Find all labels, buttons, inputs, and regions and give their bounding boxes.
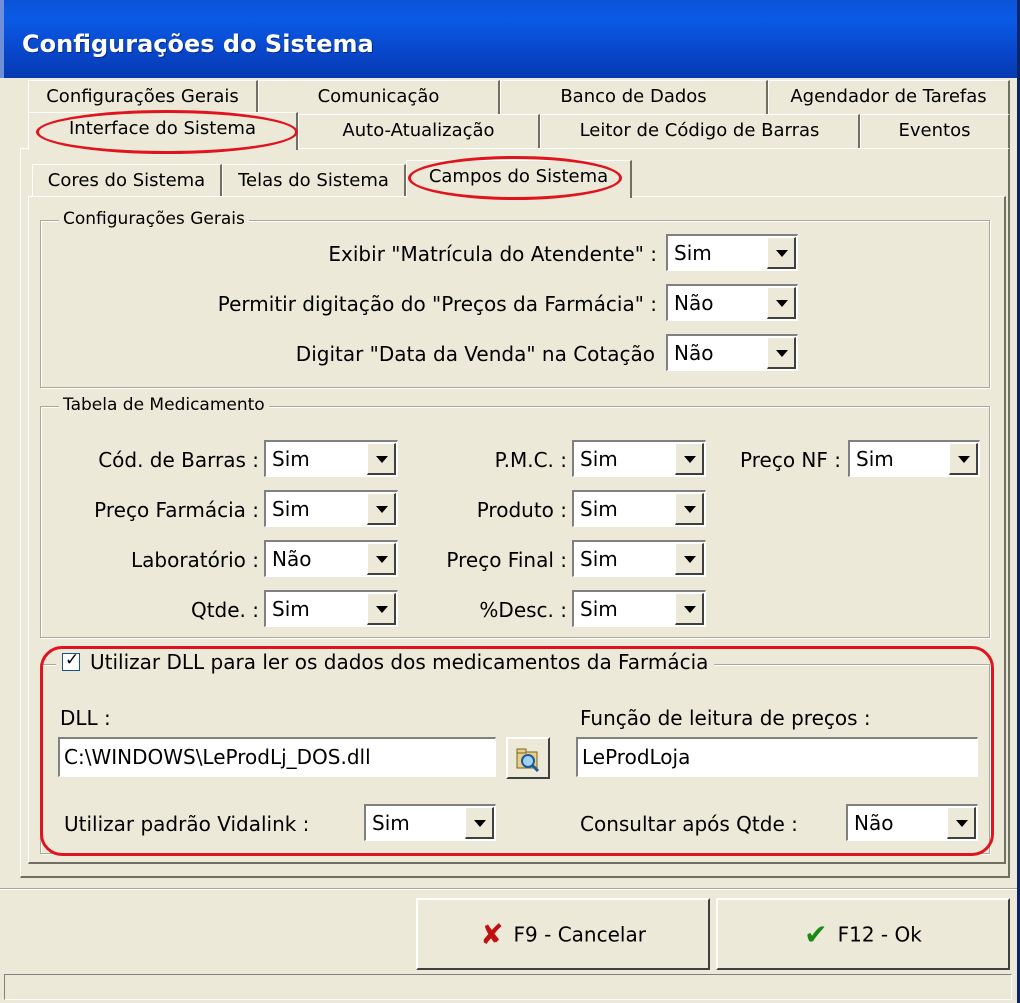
combo-consultar-apos-qtde[interactable]: Não: [846, 804, 978, 841]
folder-search-icon: [516, 748, 540, 773]
chevron-down-icon[interactable]: [675, 443, 704, 475]
combo-vidalink[interactable]: Sim: [364, 804, 496, 841]
tab-comunicacao[interactable]: Comunicação: [258, 80, 500, 114]
tab-configuracoes-gerais[interactable]: Configurações Gerais: [28, 80, 258, 114]
chevron-down-icon[interactable]: [949, 443, 978, 475]
settings-window: Configurações do Sistema Configurações G…: [0, 0, 1020, 1003]
chevron-down-icon[interactable]: [367, 593, 396, 625]
cancel-button[interactable]: ✘ F9 - Cancelar: [416, 898, 710, 970]
combo-precos-farmacia[interactable]: Não: [666, 284, 798, 321]
chevron-down-icon[interactable]: [767, 237, 796, 269]
tab-banco-de-dados[interactable]: Banco de Dados: [500, 80, 768, 114]
chevron-down-icon[interactable]: [367, 543, 396, 575]
label-produto: Produto :: [476, 498, 567, 522]
combo-matricula-atendente[interactable]: Sim: [666, 234, 798, 271]
tab-auto-atualizacao[interactable]: Auto-Atualização: [298, 114, 540, 148]
label-matricula-atendente: Exibir "Matrícula do Atendente" :: [328, 242, 657, 266]
browse-file-button[interactable]: [506, 737, 550, 779]
chevron-down-icon[interactable]: [675, 593, 704, 625]
group-title-tabela-medicamento: Tabela de Medicamento: [59, 395, 269, 415]
label-pmc: P.M.C. :: [494, 448, 567, 472]
tab-agendador-de-tarefas[interactable]: Agendador de Tarefas: [768, 80, 1010, 114]
chevron-down-icon[interactable]: [675, 493, 704, 525]
funcao-leitura-field[interactable]: LeProdLoja: [576, 737, 978, 777]
combo-qtde[interactable]: Sim: [264, 590, 398, 627]
combo-preco-farmacia[interactable]: Sim: [264, 490, 398, 527]
status-bar: [4, 974, 1012, 1000]
label-laboratorio: Laboratório :: [131, 548, 259, 572]
subtab-cores-do-sistema[interactable]: Cores do Sistema: [32, 164, 222, 198]
label-consultar-apos-qtde: Consultar após Qtde :: [580, 812, 798, 836]
chevron-down-icon[interactable]: [465, 807, 494, 839]
title-bar[interactable]: Configurações do Sistema: [0, 0, 1017, 78]
combo-produto[interactable]: Sim: [572, 490, 706, 527]
tab-interface-do-sistema[interactable]: Interface do Sistema: [28, 112, 298, 150]
label-desc: %Desc. :: [479, 598, 567, 622]
label-qtde: Qtde. :: [190, 598, 259, 622]
label-data-venda: Digitar "Data da Venda" na Cotação: [295, 342, 655, 366]
dll-checkbox[interactable]: ✓: [62, 650, 80, 671]
subtab-telas-do-sistema[interactable]: Telas do Sistema: [222, 164, 406, 198]
chevron-down-icon[interactable]: [675, 543, 704, 575]
tab-leitor-codigo-barras[interactable]: Leitor de Código de Barras: [540, 114, 860, 148]
label-cod-barras: Cód. de Barras :: [98, 448, 259, 472]
dll-checkbox-row[interactable]: ✓ Utilizar DLL para ler os dados dos med…: [56, 650, 715, 674]
dll-checkbox-label: Utilizar DLL para ler os dados dos medic…: [90, 650, 709, 674]
combo-preco-final[interactable]: Sim: [572, 540, 706, 577]
separator: [0, 888, 1017, 890]
combo-laboratorio[interactable]: Não: [264, 540, 398, 577]
group-title-configuracoes-gerais: Configurações Gerais: [59, 209, 249, 229]
label-dll: DLL :: [60, 706, 111, 730]
chevron-down-icon[interactable]: [767, 287, 796, 319]
combo-data-venda[interactable]: Não: [666, 334, 798, 371]
ok-button[interactable]: ✔ F12 - Ok: [716, 898, 1010, 970]
subtab-campos-do-sistema[interactable]: Campos do Sistema: [406, 160, 632, 198]
chevron-down-icon[interactable]: [767, 337, 796, 369]
combo-desc[interactable]: Sim: [572, 590, 706, 627]
combo-cod-barras[interactable]: Sim: [264, 440, 398, 477]
combo-preco-nf[interactable]: Sim: [848, 440, 980, 477]
chevron-down-icon[interactable]: [367, 493, 396, 525]
close-icon: ✘: [480, 917, 504, 951]
label-vidalink: Utilizar padrão Vidalink :: [64, 812, 310, 836]
dll-path-field[interactable]: C:\WINDOWS\LeProdLj_DOS.dll: [58, 737, 496, 777]
checkmark-icon: ✓: [65, 650, 80, 670]
label-funcao-leitura: Função de leitura de preços :: [580, 706, 871, 730]
label-preco-nf: Preço NF :: [740, 448, 841, 472]
chevron-down-icon[interactable]: [367, 443, 396, 475]
label-preco-farmacia: Preço Farmácia :: [94, 498, 259, 522]
chevron-down-icon[interactable]: [947, 807, 976, 839]
check-icon: ✔: [804, 917, 828, 951]
window-title: Configurações do Sistema: [22, 30, 374, 58]
label-precos-farmacia: Permitir digitação do "Preços da Farmáci…: [217, 292, 657, 316]
combo-pmc[interactable]: Sim: [572, 440, 706, 477]
tab-eventos[interactable]: Eventos: [860, 114, 1010, 148]
label-preco-final: Preço Final :: [446, 548, 567, 572]
